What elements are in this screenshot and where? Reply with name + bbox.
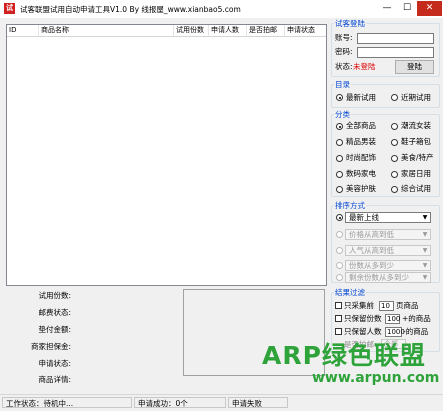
filter-legend: 结果过滤 bbox=[334, 288, 366, 297]
status-apply-failed: 申请失败 bbox=[228, 397, 288, 408]
min-copies-input[interactable]: 100 bbox=[385, 314, 400, 324]
sort-group: 排序方式 最新上线 ▼ 价格从高到低 ▼ 人气从高到低 ▼ 份数从多到少 ▼ 剩… bbox=[331, 201, 440, 283]
watermark-url: www.arpun.com bbox=[312, 370, 440, 386]
label-apply-status: 申请状态: bbox=[38, 359, 71, 368]
label-merchant-deposit: 商家担保金: bbox=[30, 342, 71, 351]
radio-accessories[interactable] bbox=[336, 155, 343, 162]
label-all-products[interactable]: 全部商品 bbox=[346, 121, 376, 131]
checkbox-min-copies[interactable] bbox=[335, 315, 342, 322]
password-input[interactable] bbox=[357, 47, 434, 58]
account-label: 账号: bbox=[335, 33, 353, 42]
sort-legend: 排序方式 bbox=[334, 201, 366, 210]
category-legend: 分类 bbox=[334, 110, 351, 119]
sort-copies-value: 份数从多到少 bbox=[349, 261, 394, 270]
login-button[interactable]: 登陆 bbox=[395, 60, 434, 74]
label-digital[interactable]: 数码家电 bbox=[346, 169, 376, 179]
label-home[interactable]: 家居日用 bbox=[401, 169, 431, 179]
radio-recent-trial[interactable] bbox=[391, 94, 398, 101]
maximize-button[interactable]: ☐ bbox=[397, 1, 417, 16]
checkbox-collect-pages[interactable] bbox=[335, 302, 342, 309]
label-trial-copies: 试用份数: bbox=[38, 291, 71, 300]
login-status-label: 状态: bbox=[335, 62, 353, 71]
label-recent-trial[interactable]: 近期试用 bbox=[401, 93, 431, 103]
column-applicants[interactable]: 申请人数 bbox=[209, 25, 247, 36]
chevron-down-icon: ▼ bbox=[422, 214, 428, 221]
column-postage[interactable]: 是否拍邮 bbox=[247, 25, 285, 36]
chevron-down-icon: ▼ bbox=[422, 274, 428, 281]
label-copies-suffix: +的商品 bbox=[402, 314, 431, 323]
sort-newest-select[interactable]: 最新上线 ▼ bbox=[345, 212, 431, 223]
radio-men-clothing[interactable] bbox=[336, 139, 343, 146]
list-header: ID 商品名称 试用份数 申请人数 是否拍邮 申请状态 bbox=[7, 25, 326, 37]
label-accessories[interactable]: 时尚配饰 bbox=[346, 153, 376, 163]
sort-popularity-select[interactable]: 人气从高到低 ▼ bbox=[345, 245, 431, 256]
radio-shoes-bags[interactable] bbox=[391, 139, 398, 146]
radio-sort-newest[interactable] bbox=[336, 214, 343, 221]
label-product-details: 商品详情: bbox=[38, 375, 71, 384]
radio-sort-remaining[interactable] bbox=[336, 274, 343, 281]
app-icon: 试 bbox=[4, 3, 15, 14]
product-list[interactable]: ID 商品名称 试用份数 申请人数 是否拍邮 申请状态 bbox=[6, 24, 327, 286]
account-input[interactable] bbox=[357, 33, 434, 44]
radio-all-products[interactable] bbox=[336, 123, 343, 130]
sort-newest-value: 最新上线 bbox=[349, 213, 379, 222]
radio-sort-price[interactable] bbox=[336, 231, 343, 238]
label-general[interactable]: 综合试用 bbox=[401, 184, 431, 194]
sort-remaining-select[interactable]: 剩余份数从多到少 ▼ bbox=[345, 272, 431, 283]
sort-remaining-value: 剩余份数从多到少 bbox=[349, 273, 409, 282]
watermark-logo: ARP绿色联盟 bbox=[262, 341, 426, 370]
label-food[interactable]: 美食/特产 bbox=[401, 153, 434, 163]
title-bar: 试 试客联盟试用自动申请工具V1.0 By 线报屋_www.xianbao5.c… bbox=[0, 0, 443, 18]
password-label: 密码: bbox=[335, 47, 353, 56]
label-advance-amount: 垫付金额: bbox=[38, 325, 71, 334]
radio-women-fashion[interactable] bbox=[391, 123, 398, 130]
radio-latest-trial[interactable] bbox=[336, 94, 343, 101]
radio-beauty[interactable] bbox=[336, 186, 343, 193]
login-status-value: 未登陆 bbox=[353, 62, 376, 71]
label-shoes-bags[interactable]: 鞋子箱包 bbox=[401, 137, 431, 147]
label-collect-suffix: 页商品 bbox=[396, 301, 419, 310]
sort-price-select[interactable]: 价格从高到低 ▼ bbox=[345, 229, 431, 240]
column-product-name[interactable]: 商品名称 bbox=[39, 25, 174, 36]
category-group: 分类 全部商品 潮流女装 精品男装 鞋子箱包 时尚配饰 美食/特产 数码家电 家… bbox=[331, 110, 440, 197]
chevron-down-icon: ▼ bbox=[422, 247, 428, 254]
status-work-state: 工作状态：待机中... bbox=[2, 397, 132, 408]
radio-general[interactable] bbox=[391, 186, 398, 193]
label-beauty[interactable]: 美容护肤 bbox=[346, 184, 376, 194]
login-group: 试客登陆 账号: 密码: 状态: 未登陆 登陆 bbox=[331, 19, 440, 77]
radio-sort-copies[interactable] bbox=[336, 262, 343, 269]
column-id[interactable]: ID bbox=[7, 25, 39, 36]
status-bar: 工作状态：待机中... 申请成功：0个 申请失败 bbox=[0, 394, 443, 411]
label-collect-prefix: 只采集前 bbox=[344, 301, 374, 310]
label-latest-trial[interactable]: 最新试用 bbox=[346, 93, 376, 103]
close-button[interactable]: ✕ bbox=[417, 1, 442, 16]
column-apply-status[interactable]: 申请状态 bbox=[285, 25, 326, 36]
sort-price-value: 价格从高到低 bbox=[349, 230, 394, 239]
sort-popularity-value: 人气从高到低 bbox=[349, 246, 394, 255]
radio-digital[interactable] bbox=[336, 171, 343, 178]
label-postage-status: 邮费状态: bbox=[38, 308, 71, 317]
status-apply-success: 申请成功：0个 bbox=[134, 397, 226, 408]
directory-group: 目录 最新试用 近期试用 bbox=[331, 80, 440, 108]
collect-pages-input[interactable]: 10 bbox=[379, 301, 394, 311]
radio-home[interactable] bbox=[391, 171, 398, 178]
column-trial-copies[interactable]: 试用份数 bbox=[174, 25, 209, 36]
directory-legend: 目录 bbox=[334, 80, 351, 89]
label-men-clothing[interactable]: 精品男装 bbox=[346, 137, 376, 147]
radio-food[interactable] bbox=[391, 155, 398, 162]
label-women-fashion[interactable]: 潮流女装 bbox=[401, 121, 431, 131]
window-title: 试客联盟试用自动申请工具V1.0 By 线报屋_www.xianbao5.com bbox=[20, 5, 241, 14]
chevron-down-icon: ▼ bbox=[422, 262, 428, 269]
checkbox-max-applicants[interactable] bbox=[335, 328, 342, 335]
label-copies-prefix: 只保留份数 bbox=[344, 314, 382, 323]
login-legend: 试客登陆 bbox=[334, 19, 366, 28]
chevron-down-icon: ▼ bbox=[422, 231, 428, 238]
radio-sort-popularity[interactable] bbox=[336, 247, 343, 254]
sort-copies-select[interactable]: 份数从多到少 ▼ bbox=[345, 260, 431, 271]
minimize-button[interactable]: — bbox=[377, 1, 397, 16]
